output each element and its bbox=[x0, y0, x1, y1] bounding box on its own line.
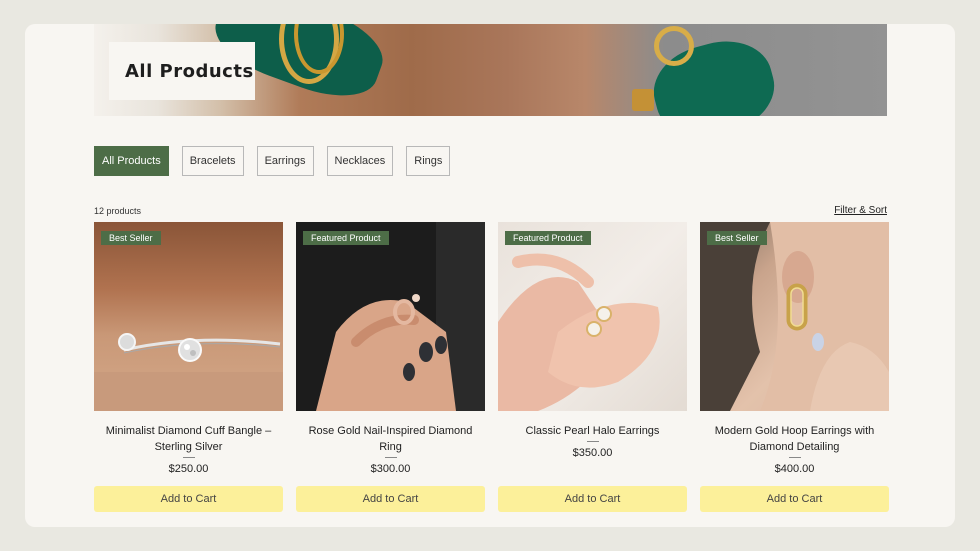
hero-title-box: All Products bbox=[109, 42, 255, 100]
add-to-cart-button[interactable]: Add to Cart bbox=[700, 486, 889, 512]
product-title[interactable]: Classic Pearl Halo Earrings bbox=[498, 423, 687, 439]
filter-chip-bracelets[interactable]: Bracelets bbox=[181, 146, 244, 176]
product-title[interactable]: Rose Gold Nail-Inspired Diamond Ring bbox=[296, 423, 485, 455]
product-card: Featured Product Classic Pearl Halo Earr… bbox=[498, 222, 687, 512]
product-price: $300.00 bbox=[370, 463, 411, 475]
add-to-cart-button[interactable]: Add to Cart bbox=[498, 486, 687, 512]
title-divider bbox=[586, 441, 599, 442]
product-image[interactable]: Featured Product bbox=[296, 222, 485, 411]
product-image[interactable]: Best Seller bbox=[94, 222, 283, 411]
badge-best-seller: Best Seller bbox=[101, 231, 161, 245]
product-count: 12 products bbox=[94, 206, 142, 216]
filter-chip-necklaces[interactable]: Necklaces bbox=[326, 146, 394, 176]
product-card: Featured Product Rose Gold Nail-Inspired… bbox=[296, 222, 485, 512]
product-image[interactable]: Best Seller bbox=[700, 222, 889, 411]
pearl-earrings-illustration bbox=[498, 253, 660, 411]
badge-featured-product: Featured Product bbox=[303, 231, 389, 245]
filter-chip-rings[interactable]: Rings bbox=[406, 146, 451, 176]
ring-illustration bbox=[296, 222, 485, 411]
hero-decoration bbox=[632, 89, 654, 111]
product-card: Best Seller Modern Gold Hoop Earrings wi… bbox=[700, 222, 889, 512]
product-card: Best Seller Minimalist Diamond Cuff Bang… bbox=[94, 222, 283, 512]
main-card: All Products All Products Bracelets Earr… bbox=[25, 24, 955, 527]
hero-banner: All Products bbox=[94, 24, 887, 116]
hoop-earrings-illustration bbox=[700, 222, 889, 411]
hero-decoration bbox=[654, 26, 694, 66]
filter-chip-earrings[interactable]: Earrings bbox=[256, 146, 314, 176]
product-image[interactable]: Featured Product bbox=[498, 222, 687, 411]
bangle-illustration bbox=[94, 333, 283, 411]
add-to-cart-button[interactable]: Add to Cart bbox=[296, 486, 485, 512]
product-title[interactable]: Minimalist Diamond Cuff Bangle – Sterlin… bbox=[94, 423, 283, 455]
title-divider bbox=[384, 457, 397, 458]
page-title: All Products bbox=[125, 60, 254, 82]
product-price: $350.00 bbox=[572, 447, 613, 459]
product-grid: Best Seller Minimalist Diamond Cuff Bang… bbox=[94, 222, 889, 512]
filter-sort-link[interactable]: Filter & Sort bbox=[834, 205, 887, 216]
product-price: $400.00 bbox=[774, 463, 815, 475]
badge-featured-product: Featured Product bbox=[505, 231, 591, 245]
add-to-cart-button[interactable]: Add to Cart bbox=[94, 486, 283, 512]
badge-best-seller: Best Seller bbox=[707, 231, 767, 245]
product-price: $250.00 bbox=[168, 463, 209, 475]
filter-chip-all-products[interactable]: All Products bbox=[94, 146, 169, 176]
product-title[interactable]: Modern Gold Hoop Earrings with Diamond D… bbox=[700, 423, 889, 455]
title-divider bbox=[182, 457, 195, 458]
title-divider bbox=[788, 457, 801, 458]
category-filters: All Products Bracelets Earrings Necklace… bbox=[94, 146, 451, 176]
